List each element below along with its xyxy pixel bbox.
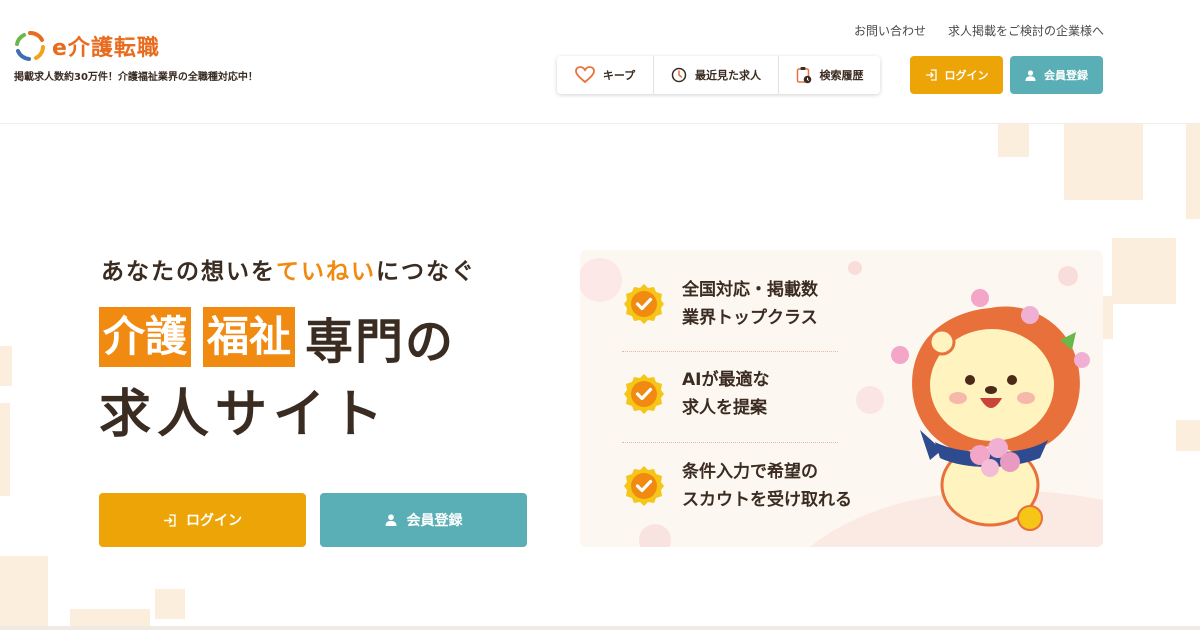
catch-highlight: ていねい [276, 259, 376, 285]
check-badge-icon [624, 466, 664, 506]
feature-3-line-1: 条件入力で希望の [682, 462, 818, 482]
deco-square [1103, 296, 1113, 339]
clipboard-clock-icon [796, 67, 811, 84]
lion-mascot-image [891, 289, 1090, 531]
search-history-button[interactable]: 検索履歴 [779, 56, 880, 94]
header-register-button[interactable]: 会員登録 [1010, 56, 1103, 94]
hero-catchphrase: あなたの想いをていねいにつなぐ [101, 252, 476, 286]
hero-login-label: ログイン [186, 513, 242, 529]
hero-title-line-1: 介護 福祉 専門の [99, 302, 455, 372]
hero-title-line-2: 求人サイト [99, 385, 390, 445]
site-header: e介護転職 掲載求人数約30万件！介護福祉業界の全職種対応中！ お問い合わせ 求… [0, 0, 1200, 124]
logo-text: e介護転職 [52, 36, 160, 61]
feature-item: 全国対応・掲載数 業界トップクラス [622, 276, 818, 332]
hero-login-button[interactable]: ログイン [99, 493, 306, 547]
feature-1-line-1: 全国対応・掲載数 [682, 280, 818, 300]
logo-ring-icon [15, 31, 45, 61]
feature-2-line-2: 求人を提案 [682, 398, 767, 418]
keep-label: キープ [602, 69, 636, 82]
deco-square [1186, 124, 1200, 219]
catch-pre: あなたの想いを [101, 259, 276, 285]
feature-1-line-2: 業界トップクラス [682, 308, 818, 328]
divider [622, 351, 838, 352]
site-logo[interactable]: e介護転職 [14, 30, 160, 62]
hero-register-label: 会員登録 [406, 513, 463, 529]
clock-icon [671, 67, 687, 83]
deco-square [998, 124, 1029, 157]
title-box-fukushi: 福祉 [203, 307, 296, 367]
business-link[interactable]: 求人掲載をご検討の企業様へ [948, 22, 1104, 39]
header-login-button[interactable]: ログイン [910, 56, 1003, 94]
quick-nav: キープ 最近見た求人 検索履歴 [557, 56, 880, 94]
login-arrow-icon [164, 513, 176, 527]
check-badge-icon [624, 284, 664, 324]
contact-link[interactable]: お問い合わせ [854, 22, 926, 39]
deco-square [0, 403, 10, 496]
check-badge-icon [624, 374, 664, 414]
deco-square [1112, 238, 1176, 304]
site-tagline: 掲載求人数約30万件！介護福祉業界の全職種対応中！ [14, 72, 258, 83]
deco-square [0, 556, 48, 630]
deco-square [1176, 420, 1200, 451]
search-history-label: 検索履歴 [819, 69, 864, 82]
feature-item: AIが最適な 求人を提案 [622, 366, 769, 422]
feature-item: 条件入力で希望の スカウトを受け取れる [622, 458, 852, 514]
hero-register-button[interactable]: 会員登録 [320, 493, 527, 547]
deco-square [0, 346, 12, 386]
heart-icon [574, 66, 595, 84]
recent-jobs-label: 最近見た求人 [695, 69, 761, 82]
header-register-label: 会員登録 [1044, 69, 1088, 82]
header-login-label: ログイン [944, 69, 989, 82]
feature-card: 全国対応・掲載数 業界トップクラス AIが最適な 求人を提案 条件入力で希望の … [580, 250, 1103, 547]
feature-2-line-1: AIが最適な [682, 370, 770, 390]
divider [622, 442, 838, 443]
person-icon [1025, 69, 1036, 81]
keep-button[interactable]: キープ [557, 56, 654, 94]
person-icon [385, 514, 396, 526]
section-divider [0, 626, 1200, 630]
recent-jobs-button[interactable]: 最近見た求人 [654, 56, 779, 94]
catch-post: につなぐ [376, 259, 476, 285]
deco-square [1064, 124, 1143, 200]
deco-square [155, 589, 185, 619]
login-arrow-icon [925, 69, 937, 81]
title-box-kaigo: 介護 [99, 307, 192, 367]
feature-3-line-2: スカウトを受け取れる [682, 490, 852, 510]
title-rest: 専門の [305, 314, 456, 370]
